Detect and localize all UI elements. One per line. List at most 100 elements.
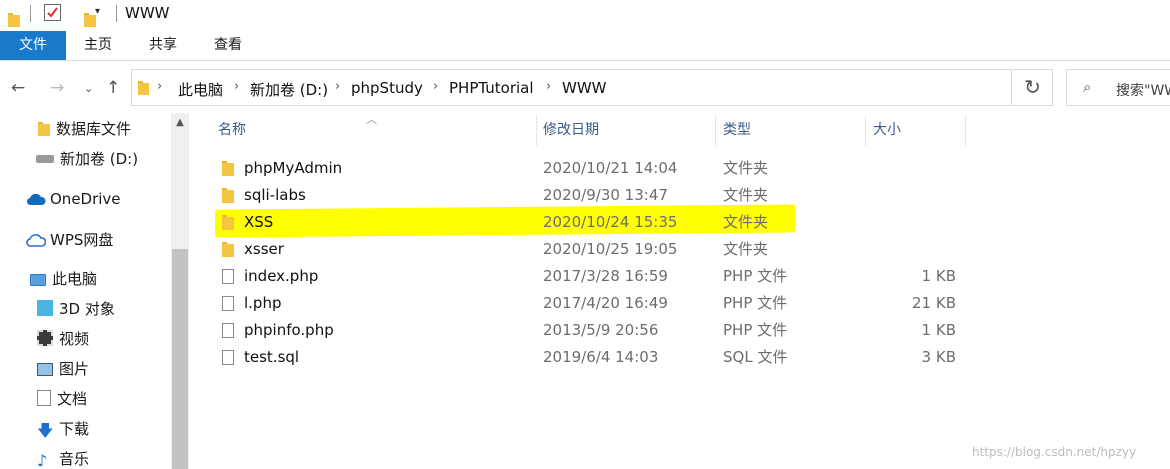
nav-item-videos[interactable]: 视频 — [37, 327, 89, 351]
column-divider[interactable] — [536, 116, 537, 146]
chevron-right-icon[interactable]: › — [157, 79, 162, 94]
file-type: 文件夹 — [723, 159, 769, 177]
file-name: index.php — [244, 267, 319, 285]
divider — [116, 5, 117, 22]
file-date: 2020/10/24 15:35 — [543, 213, 678, 231]
table-row[interactable]: test.sql 2019/6/4 14:03 SQL 文件 3 KB — [217, 344, 977, 371]
nav-item-pictures[interactable]: 图片 — [37, 357, 89, 381]
nav-item-label: 新加卷 (D:) — [60, 150, 139, 168]
nav-item-documents[interactable]: 文档 — [37, 387, 87, 411]
nav-item-this-pc[interactable]: 此电脑 — [30, 267, 97, 291]
file-date: 2020/10/21 14:04 — [543, 159, 678, 177]
nav-item-downloads[interactable]: 🡇 下载 — [37, 417, 89, 441]
breadcrumb-this-pc[interactable]: 此电脑 — [178, 79, 223, 100]
breadcrumb-www[interactable]: WWW — [562, 79, 607, 97]
search-input[interactable]: 搜索"WWW" — [1116, 80, 1170, 100]
nav-item-onedrive[interactable]: OneDrive — [26, 187, 121, 211]
file-type: PHP 文件 — [723, 321, 788, 339]
table-row[interactable]: sqli-labs 2020/9/30 13:47 文件夹 — [217, 182, 977, 209]
nav-item-label: 数据库文件 — [56, 120, 132, 138]
nav-item-label: OneDrive — [50, 190, 121, 208]
quick-access-dropdown-icon[interactable]: ▾ — [95, 6, 100, 17]
nav-item-3d-objects[interactable]: 3D 对象 — [37, 297, 115, 321]
folder-icon — [38, 122, 50, 136]
breadcrumb-phptutorial[interactable]: PHPTutorial — [449, 79, 534, 97]
chevron-right-icon[interactable]: › — [433, 79, 438, 94]
forward-arrow-icon[interactable]: → — [50, 78, 64, 98]
breadcrumb-phpstudy[interactable]: phpStudy — [351, 79, 423, 97]
folder-icon — [8, 13, 20, 27]
file-type: PHP 文件 — [723, 294, 788, 312]
file-date: 2020/10/25 19:05 — [543, 240, 678, 258]
file-type: SQL 文件 — [723, 348, 788, 366]
title-bar: ▾ WWW — [0, 0, 1170, 28]
file-name: phpMyAdmin — [244, 159, 343, 177]
file-name: l.php — [244, 294, 282, 312]
file-size: 1 KB — [921, 321, 956, 339]
up-arrow-icon[interactable]: ↑ — [106, 78, 120, 98]
window-title: WWW — [125, 4, 170, 22]
file-name: sqli-labs — [244, 186, 306, 204]
picture-icon — [37, 363, 53, 376]
file-icon — [222, 350, 234, 365]
nav-item-database-files[interactable]: 数据库文件 — [38, 117, 131, 141]
folder-icon — [222, 188, 234, 203]
table-row[interactable]: XSS 2020/10/24 15:35 文件夹 — [217, 209, 977, 236]
table-row[interactable]: l.php 2017/4/20 16:49 PHP 文件 21 KB — [217, 290, 977, 317]
file-date: 2019/6/4 14:03 — [543, 348, 659, 366]
ribbon-tabs: 文件 主页 共享 查看 — [0, 31, 1170, 61]
table-row[interactable]: phpMyAdmin 2020/10/21 14:04 文件夹 — [217, 155, 977, 182]
breadcrumb-drive-d[interactable]: 新加卷 (D:) — [250, 79, 328, 100]
nav-item-drive-d[interactable]: 新加卷 (D:) — [36, 147, 138, 171]
column-divider[interactable] — [865, 116, 866, 146]
file-name: xsser — [244, 240, 284, 258]
chevron-right-icon[interactable]: › — [335, 79, 340, 94]
nav-item-label: 图片 — [59, 360, 90, 378]
nav-item-label: 3D 对象 — [59, 300, 115, 318]
file-size: 21 KB — [912, 294, 956, 312]
file-size: 1 KB — [921, 267, 956, 285]
tab-view[interactable]: 查看 — [201, 31, 255, 60]
recent-dropdown-icon[interactable]: ⌄ — [84, 82, 93, 95]
nav-scrollbar[interactable]: ▲ — [171, 113, 189, 469]
properties-check-icon[interactable] — [44, 4, 61, 21]
column-header-date[interactable]: 修改日期 — [543, 117, 599, 147]
divider — [30, 5, 31, 22]
tab-file[interactable]: 文件 — [0, 31, 66, 60]
search-box[interactable]: ⌕ 搜索"WWW" — [1066, 69, 1170, 106]
scroll-up-icon[interactable]: ▲ — [171, 113, 189, 133]
nav-item-wps-drive[interactable]: WPS网盘 — [26, 228, 113, 252]
tab-home[interactable]: 主页 — [71, 31, 125, 60]
table-row[interactable]: xsser 2020/10/25 19:05 文件夹 — [217, 236, 977, 263]
column-header-type[interactable]: 类型 — [723, 117, 751, 147]
back-arrow-icon[interactable]: ← — [11, 78, 25, 98]
column-divider[interactable] — [965, 116, 966, 146]
folder-icon — [222, 161, 234, 176]
file-icon — [222, 296, 234, 311]
column-header-size[interactable]: 大小 — [873, 117, 901, 147]
drive-icon — [36, 155, 54, 163]
file-name: test.sql — [244, 348, 300, 366]
cloud-icon — [26, 189, 46, 206]
nav-item-label: 下载 — [59, 420, 90, 438]
tab-share[interactable]: 共享 — [136, 31, 190, 60]
nav-item-label: 视频 — [59, 330, 90, 348]
file-icon — [222, 323, 234, 338]
address-bar[interactable]: › 此电脑 › 新加卷 (D:) › phpStudy › PHPTutoria… — [131, 69, 1129, 106]
computer-icon — [30, 274, 46, 286]
table-row[interactable]: phpinfo.php 2013/5/9 20:56 PHP 文件 1 KB — [217, 317, 977, 344]
nav-item-music[interactable]: ♪ 音乐 — [37, 447, 89, 469]
column-header-name[interactable]: 名称 — [218, 117, 246, 147]
nav-item-label: 文档 — [57, 390, 88, 408]
chevron-right-icon[interactable]: › — [546, 79, 551, 94]
table-row[interactable]: index.php 2017/3/28 16:59 PHP 文件 1 KB — [217, 263, 977, 290]
file-type: 文件夹 — [723, 240, 769, 258]
scrollbar-thumb[interactable] — [172, 249, 188, 469]
refresh-button[interactable]: ↻ — [1013, 69, 1053, 106]
column-divider[interactable] — [715, 116, 716, 146]
file-name: XSS — [244, 213, 274, 231]
chevron-right-icon[interactable]: › — [234, 79, 239, 94]
file-size: 3 KB — [921, 348, 956, 366]
folder-icon — [138, 81, 149, 95]
file-date: 2017/3/28 16:59 — [543, 267, 668, 285]
